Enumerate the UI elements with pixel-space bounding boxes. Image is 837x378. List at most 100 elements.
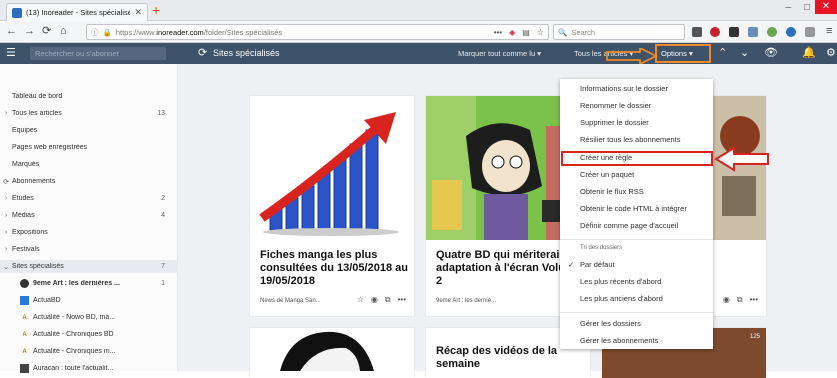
- reload-icon[interactable]: ⟳: [42, 25, 51, 37]
- sidebar-folder-etudes[interactable]: › Études 2: [0, 192, 178, 205]
- annotation-arrow-orange: [606, 48, 658, 64]
- zotero-icon[interactable]: [729, 27, 739, 37]
- menu-item-delete-folder[interactable]: Supprimer le dossier: [560, 115, 713, 131]
- chevron-up-icon[interactable]: ⌃: [718, 46, 727, 59]
- sidebar-feed-item[interactable]: A Actualité - Chroniques m...: [0, 345, 178, 358]
- close-tab-icon[interactable]: ✕: [134, 7, 142, 18]
- url-prefix: https://www.: [115, 27, 157, 37]
- sidebar-item-dashboard[interactable]: Tableau de bord: [0, 90, 178, 103]
- broadcast-icon[interactable]: ◉: [723, 295, 730, 305]
- minimize-icon[interactable]: –: [785, 2, 791, 13]
- sidebar-item-saved-pages[interactable]: Pages web enregistrées: [0, 141, 178, 154]
- broadcast-icon[interactable]: ◉: [371, 295, 378, 305]
- options-button[interactable]: Options ▾: [655, 44, 711, 63]
- sidebar-item-subscriptions[interactable]: ⟳ Abonnements: [0, 175, 178, 188]
- browser-tab-strip: (13) Inoreader - Sites spécialisés ✕ + –…: [0, 0, 837, 21]
- menu-item-get-html[interactable]: Obtenir le code HTML à intégrer: [560, 201, 713, 217]
- options-label: Options: [661, 49, 687, 58]
- sidebar-folder-expositions[interactable]: › Expositions: [0, 226, 178, 239]
- library-icon[interactable]: [692, 27, 702, 37]
- annotation-highlight-box: [561, 151, 713, 166]
- articles-grid: Fiches manga les plus consultées du 13/0…: [178, 64, 837, 378]
- back-icon[interactable]: ←: [6, 25, 17, 37]
- url-path: /folder/Sites spécialisés: [203, 27, 283, 37]
- lock-icon[interactable]: 🔒: [103, 28, 112, 37]
- refresh-icon[interactable]: ⟳: [198, 46, 207, 59]
- mark-all-read-label: Marquer tout comme lu: [458, 49, 536, 58]
- menu-item-sort-newest[interactable]: Les plus récents d'abord: [560, 274, 713, 290]
- video-count-badge: 125: [749, 334, 760, 340]
- pocket-icon[interactable]: ◆: [509, 28, 515, 37]
- feed-icon: [20, 296, 29, 305]
- maximize-icon[interactable]: □: [804, 2, 810, 13]
- extension-icon[interactable]: [786, 27, 796, 37]
- extension-icon[interactable]: [767, 27, 777, 37]
- external-link-icon[interactable]: ⧉: [385, 295, 391, 305]
- feed-icon: [20, 364, 29, 373]
- sidebar-folder-festivals[interactable]: › Festivals: [0, 243, 178, 256]
- star-icon[interactable]: ☆: [357, 295, 364, 305]
- mark-all-read-button[interactable]: Marquer tout comme lu ▾: [458, 49, 541, 58]
- chevron-down-icon[interactable]: ⌄: [740, 46, 749, 59]
- bookmark-star-icon[interactable]: ☆: [537, 28, 544, 37]
- menu-item-create-bundle[interactable]: Créer un paquet: [560, 167, 713, 183]
- sidebar-folder-medias[interactable]: › Médias 4: [0, 209, 178, 222]
- article-card[interactable]: Fiches manga les plus consultées du 13/0…: [250, 96, 414, 316]
- menu-item-rename-folder[interactable]: Renommer le dossier: [560, 98, 713, 114]
- more-icon[interactable]: •••: [750, 295, 758, 305]
- reader-view-icon[interactable]: ▤: [522, 28, 530, 37]
- sidebar-feed-item[interactable]: Auracan : toute l'actualit...: [0, 362, 178, 375]
- browser-search-field[interactable]: 🔍 Search: [553, 24, 685, 40]
- checkmark-icon: ✓: [568, 260, 575, 269]
- eye-icon[interactable]: 👁: [764, 46, 778, 59]
- tab-title: (13) Inoreader - Sites spécialisés: [26, 8, 131, 17]
- menu-item-unsubscribe-all[interactable]: Résilier tous les abonnements: [560, 132, 713, 148]
- sidebar-item-all-articles[interactable]: › Tous les articles 13: [0, 107, 178, 120]
- notification-icon[interactable]: 🔔: [802, 46, 816, 59]
- more-icon[interactable]: •••: [398, 295, 406, 305]
- menu-item-manage-subscriptions[interactable]: Gérer les abonnements: [560, 333, 713, 349]
- menu-item-manage-folders[interactable]: Gérer les dossiers: [560, 316, 713, 332]
- forward-icon[interactable]: →: [24, 25, 35, 37]
- folder-title: Sites spécialisés: [213, 48, 280, 58]
- feed-icon: [20, 279, 29, 288]
- browser-navbar: ← → ⟳ ⌂ ⓘ 🔒 https://www.inoreader.com/fo…: [0, 21, 837, 43]
- sidebar-feed-item[interactable]: A Actualité - Chroniques BD: [0, 328, 178, 341]
- extension-icon[interactable]: [805, 27, 815, 37]
- reader-favicon: [12, 7, 22, 18]
- extension-icon[interactable]: [748, 27, 758, 37]
- sidebar-item-starred[interactable]: Marqués: [0, 158, 178, 171]
- menu-item-get-rss[interactable]: Obtenir le flux RSS: [560, 184, 713, 200]
- menu-icon[interactable]: ≡: [826, 25, 832, 37]
- menu-item-set-homepage[interactable]: Définir comme page d'accueil: [560, 218, 713, 234]
- ublock-icon[interactable]: [710, 27, 720, 37]
- article-source[interactable]: News de Manga San...: [260, 298, 321, 304]
- new-tab-button[interactable]: +: [152, 3, 160, 17]
- annotation-arrow-red: [714, 146, 769, 172]
- refresh-icon[interactable]: ⟳: [0, 178, 12, 186]
- menu-item-folder-info[interactable]: Informations sur le dossier: [560, 81, 713, 97]
- settings-icon[interactable]: ⚙: [826, 46, 836, 59]
- sidebar-feed-item[interactable]: 9eme Art : les dernières ... 1: [0, 277, 178, 290]
- feed-icon: A: [22, 348, 27, 355]
- app-search-input[interactable]: Rechercher ou s'abonner: [30, 47, 166, 60]
- external-link-icon[interactable]: ⧉: [737, 295, 743, 305]
- feed-icon: A: [22, 314, 27, 321]
- url-bar[interactable]: ⓘ 🔒 https://www.inoreader.com/folder/Sit…: [86, 24, 549, 40]
- menu-icon[interactable]: ☰: [6, 46, 16, 59]
- sidebar-folder-sites-specialises[interactable]: ⌄ Sites spécialisés 7: [0, 260, 178, 273]
- sidebar-feed-item[interactable]: A Actualité - Nowo BD, ma...: [0, 311, 178, 324]
- page-actions-icon[interactable]: •••: [494, 28, 502, 37]
- menu-item-sort-default[interactable]: ✓ Par défaut: [560, 257, 713, 273]
- article-title[interactable]: Fiches manga les plus consultées du 13/0…: [260, 249, 410, 288]
- close-window-icon[interactable]: ✕: [815, 0, 837, 14]
- sidebar-item-teams[interactable]: Équipes: [0, 124, 178, 137]
- menu-item-sort-oldest[interactable]: Les plus anciens d'abord: [560, 291, 713, 307]
- article-thumbnail: [250, 328, 414, 371]
- article-source[interactable]: 9eme Art : les derniè...: [436, 298, 496, 304]
- browser-tab[interactable]: (13) Inoreader - Sites spécialisés ✕: [6, 3, 148, 21]
- menu-divider: [560, 312, 713, 313]
- home-icon[interactable]: ⌂: [60, 25, 67, 37]
- sidebar-feed-item[interactable]: ActuaBD: [0, 294, 178, 307]
- info-icon[interactable]: ⓘ: [91, 27, 99, 38]
